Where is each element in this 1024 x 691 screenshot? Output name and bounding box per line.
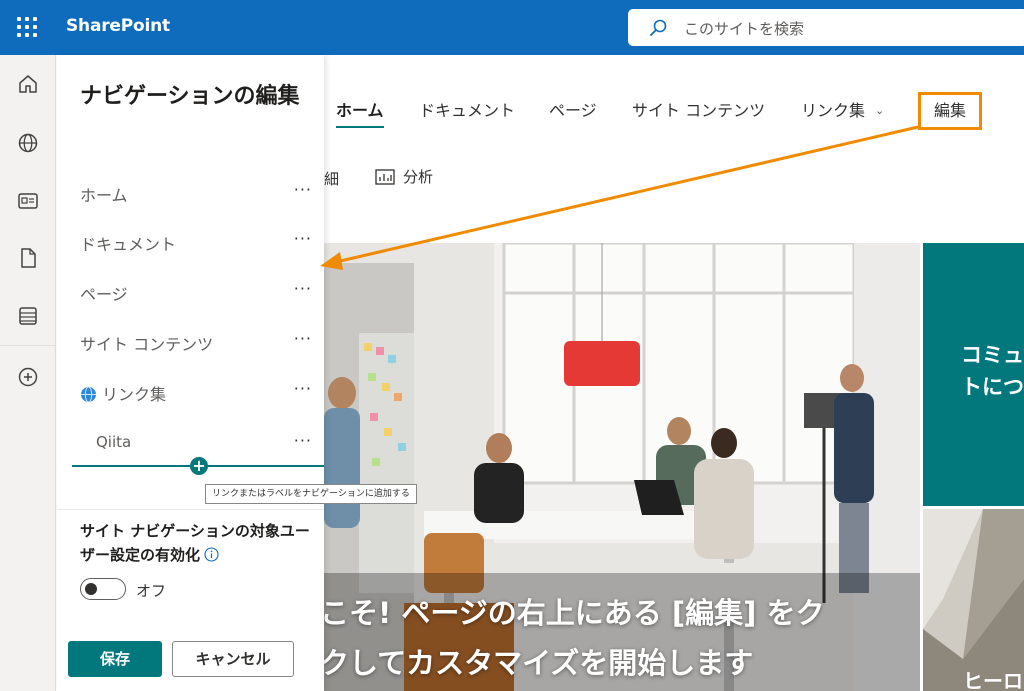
hero-tile-2-title: ヒーロ (963, 669, 1023, 691)
site-search-box[interactable]: このサイトを検索 (628, 9, 1024, 46)
app-brand[interactable]: SharePoint (66, 16, 170, 36)
app-bar (0, 55, 56, 691)
nav-edit-item-home[interactable]: ホーム ··· (80, 180, 312, 205)
save-button[interactable]: 保存 (68, 641, 162, 677)
nav-edit-item-label: ホーム (80, 186, 128, 205)
nav-edit-item-label: リンク集 (102, 385, 167, 404)
more-options-icon[interactable]: ··· (294, 431, 312, 450)
nav-edit-item-links[interactable]: リンク集 ··· (80, 379, 312, 405)
hero-main-tile[interactable]: こそ! ページの右上にある [編集] をク クしてカスタマイズを開始します (324, 243, 920, 691)
add-link-tooltip: リンクまたはラベルをナビゲーションに追加する (205, 484, 417, 504)
add-link-button[interactable]: + (190, 457, 208, 475)
hero-tile-1-line-2: トにつ (961, 375, 1024, 399)
audience-targeting-title: サイト ナビゲーションの対象ユーザー設定の有効化 (80, 519, 320, 567)
audience-targeting-label: サイト ナビゲーションの対象ユーザー設定の有効化 (80, 522, 310, 564)
hero-tile-2-image (923, 509, 1024, 691)
globe-icon (81, 386, 96, 403)
nav-edit-item-site-contents[interactable]: サイト コンテンツ ··· (80, 329, 312, 354)
nav-edit-item-pages[interactable]: ページ ··· (80, 279, 312, 304)
toggle-knob (85, 583, 97, 595)
more-options-icon[interactable]: ··· (294, 229, 312, 248)
app-bar-separator (0, 345, 56, 346)
hero-tile-1-title: コミュ トにつ (961, 339, 1024, 403)
analytics-button[interactable]: 分析 (375, 166, 433, 187)
site-nav-documents[interactable]: ドキュメント (419, 97, 515, 121)
more-options-icon[interactable]: ··· (294, 180, 312, 199)
site-nav-home[interactable]: ホーム (336, 97, 384, 121)
search-input[interactable]: このサイトを検索 (684, 18, 804, 39)
analytics-label: 分析 (403, 168, 434, 186)
add-circle-icon[interactable] (16, 365, 40, 389)
globe-icon[interactable] (16, 131, 40, 155)
edit-navigation-link[interactable]: 編集 (918, 92, 982, 130)
more-options-icon[interactable]: ··· (294, 379, 312, 398)
nav-edit-item-label: サイト コンテンツ (80, 335, 214, 354)
list-icon[interactable] (16, 304, 40, 328)
nav-edit-item-label: Qiita (96, 433, 132, 451)
info-icon[interactable] (204, 547, 219, 562)
hero-tile-second[interactable]: ヒーロ (923, 509, 1024, 691)
home-icon[interactable] (16, 72, 40, 96)
chevron-down-icon: ⌄ (875, 104, 885, 117)
panel-title: ナビゲーションの編集 (80, 84, 300, 109)
hero-title-line-2: クしてカスタマイズを開始します (324, 646, 754, 680)
cancel-button[interactable]: キャンセル (172, 641, 294, 677)
nav-edit-item-label-row: リンク集 (80, 381, 166, 405)
site-nav-links[interactable]: リンク集 ⌄ (801, 97, 884, 121)
nav-edit-item-label: ドキュメント (80, 235, 177, 254)
hero-tile-1-line-1: コミュ (961, 343, 1024, 367)
site-nav-site-contents[interactable]: サイト コンテンツ (632, 97, 765, 121)
nav-edit-item-documents[interactable]: ドキュメント ··· (80, 229, 312, 254)
analytics-icon (375, 169, 395, 185)
search-icon (650, 19, 667, 36)
panel-divider (57, 509, 324, 510)
hero-title-line-1: こそ! ページの右上にある [編集] をク (324, 596, 825, 630)
news-icon[interactable] (16, 189, 40, 213)
site-nav-pages[interactable]: ページ (549, 97, 597, 121)
document-icon[interactable] (16, 246, 40, 270)
app-launcher-icon[interactable] (15, 15, 39, 39)
hero-tile-community[interactable]: コミュ トにつ (923, 243, 1024, 506)
page-details-button[interactable]: 細 (324, 168, 339, 189)
nav-edit-item-qiita[interactable]: Qiita ··· (80, 431, 312, 455)
more-options-icon[interactable]: ··· (294, 329, 312, 348)
site-nav-links-label: リンク集 (801, 101, 866, 120)
more-options-icon[interactable]: ··· (294, 279, 312, 298)
active-nav-indicator (336, 126, 384, 128)
audience-targeting-toggle[interactable] (80, 578, 126, 600)
nav-edit-item-label: ページ (80, 285, 128, 304)
edit-navigation-panel: ナビゲーションの編集 ホーム ··· ドキュメント ··· ページ ··· サイ… (57, 55, 324, 691)
suite-bar: SharePoint このサイトを検索 (0, 0, 1024, 55)
toggle-state-label: オフ (136, 582, 167, 600)
